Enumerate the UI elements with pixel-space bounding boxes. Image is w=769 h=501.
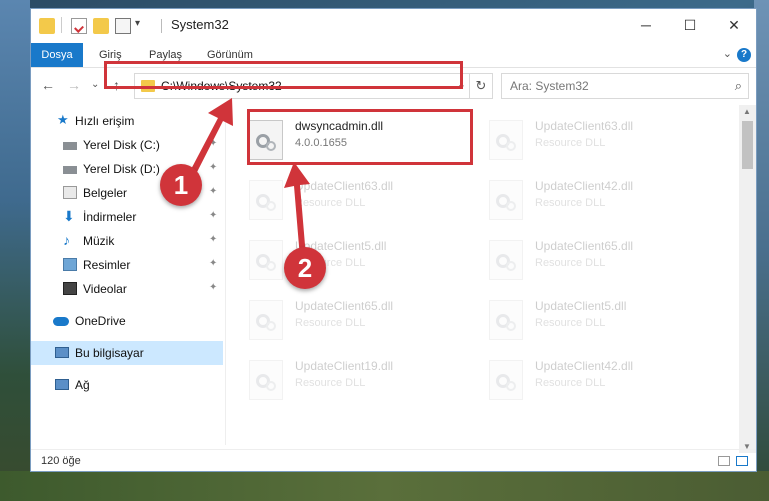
step-one-badge: 1 <box>160 164 202 206</box>
arrow-to-address <box>188 98 233 178</box>
arrow-to-file <box>284 162 310 258</box>
step-two-badge: 2 <box>284 247 326 289</box>
annotation-arrows <box>188 98 310 258</box>
